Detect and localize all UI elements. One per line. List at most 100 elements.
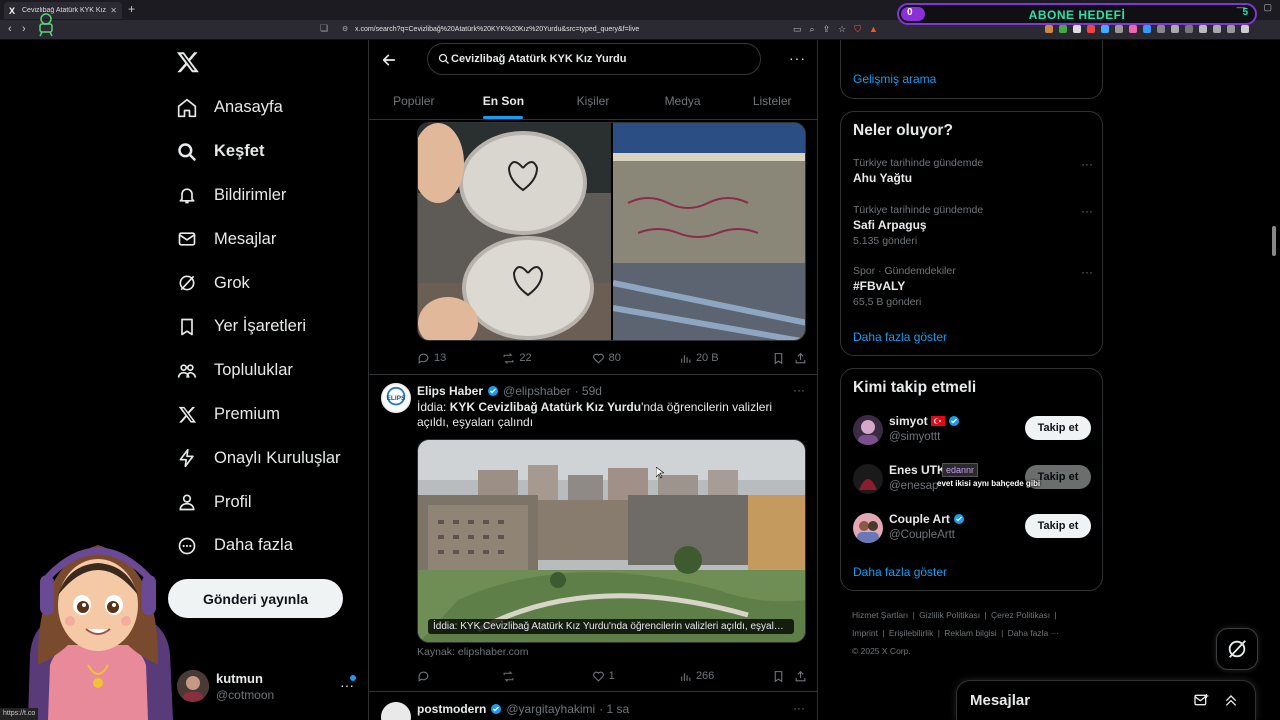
sidebar-item-notifications[interactable]: Bildirimler (166, 174, 341, 218)
extension-icon[interactable] (1143, 25, 1151, 33)
avatar[interactable]: ELIPS (381, 383, 411, 413)
tweet-time[interactable]: · 59d (575, 384, 602, 398)
trend-item[interactable]: Türkiye tarihinde gündemde Safi Arpaguş … (853, 204, 1093, 247)
extension-icon[interactable] (1199, 25, 1207, 33)
footer-link-cookies[interactable]: Çerez Politikası (991, 610, 1050, 620)
extension-icon[interactable] (1087, 25, 1095, 33)
messages-drawer[interactable]: Mesajlar (956, 680, 1256, 720)
tab-latest[interactable]: En Son (459, 84, 549, 119)
sidebar-item-more[interactable]: Daha fazla (166, 524, 341, 568)
reader-icon[interactable]: ▭ (793, 24, 802, 35)
trend-item[interactable]: Türkiye tarihinde gündemde Ahu Yağtu ··· (853, 157, 1093, 185)
page-scrollbar[interactable] (1272, 226, 1276, 256)
sidebar-item-communities[interactable]: Topluluklar (166, 349, 341, 393)
sidebar-item-messages[interactable]: Mesajlar (166, 217, 341, 261)
bookmark-button[interactable] (772, 349, 794, 367)
trend-item[interactable]: Spor · Gündemdekiler #FBvALY 65,5 B gönd… (853, 265, 1093, 308)
sidebar-item-bookmarks[interactable]: Yer İşaretleri (166, 305, 341, 349)
reply-button[interactable]: 13 (417, 349, 502, 367)
share-button[interactable] (794, 349, 807, 367)
extension-icon[interactable] (1185, 25, 1193, 33)
more-icon[interactable]: ··· (1081, 265, 1093, 279)
sidebar-item-home[interactable]: Anasayfa (166, 86, 341, 130)
avatar[interactable] (381, 702, 411, 720)
footer-link-more[interactable]: Daha fazla ··· (1008, 628, 1060, 638)
footer-link-terms[interactable]: Hizmet Şartları (852, 610, 908, 620)
views-button[interactable]: 266 (679, 667, 772, 685)
browser-tab[interactable]: X Cevizlibağ Atatürk KYK Kız Yurdu ✕ (4, 2, 122, 19)
footer-link-imprint[interactable]: Imprint (852, 628, 878, 638)
site-info-icon[interactable]: ⚙ (342, 25, 348, 33)
more-icon[interactable]: ··· (793, 701, 805, 715)
tab-popular[interactable]: Popüler (369, 84, 459, 119)
follow-suggestion[interactable]: simyot @simyottt Takip et (853, 414, 1093, 449)
tweet-media[interactable] (417, 122, 806, 341)
show-more-follow-link[interactable]: Daha fazla göster (853, 565, 947, 579)
extension-icon[interactable] (1101, 25, 1109, 33)
link-card[interactable]: İddia: KYK Cevizlibağ Atatürk Kız Yurdu'… (417, 439, 806, 643)
sidebar-item-grok[interactable]: Grok (166, 261, 341, 305)
new-message-icon[interactable] (1193, 692, 1209, 708)
sidebar-item-profile[interactable]: Profil (166, 480, 341, 524)
tab-media[interactable]: Medya (638, 84, 728, 119)
bookmark-page-icon[interactable]: ❏ (320, 23, 328, 34)
zoom-icon[interactable]: ⌕ (810, 24, 815, 35)
footer-link-accessibility[interactable]: Erişilebilirlik (889, 628, 933, 638)
extension-icon[interactable] (1129, 25, 1137, 33)
account-switcher[interactable]: kutmun @cotmoon ··· (175, 665, 360, 705)
share-icon[interactable]: ⇪ (823, 24, 831, 35)
follow-suggestion[interactable]: Couple Art @CoupleArtt Takip et (853, 512, 1093, 547)
more-icon[interactable]: ··· (789, 50, 806, 66)
extension-icon[interactable] (1115, 25, 1123, 33)
rewards-icon[interactable]: ▲ (869, 24, 878, 35)
close-icon[interactable]: ✕ (110, 6, 117, 15)
chevron-up-icon[interactable] (1223, 692, 1239, 708)
extension-icon[interactable] (1227, 25, 1235, 33)
grok-button[interactable] (1216, 628, 1258, 670)
sidebar-item-premium[interactable]: Premium (166, 393, 341, 437)
extension-icon[interactable] (1171, 25, 1179, 33)
tab-lists[interactable]: Listeler (727, 84, 817, 119)
menu-icon[interactable] (1241, 25, 1249, 33)
author-handle[interactable]: @yargitayhakimi (506, 702, 595, 716)
reply-button[interactable] (417, 667, 502, 685)
star-icon[interactable]: ☆ (838, 24, 846, 35)
search-input[interactable]: Cevizlibağ Atatürk KYK Kız Yurdu (427, 43, 761, 75)
tweet-text-highlight[interactable]: KYK Cevizlibağ Atatürk Kız Yurdu (450, 400, 641, 414)
bookmark-button[interactable] (772, 667, 794, 685)
extension-icon[interactable] (1059, 25, 1067, 33)
more-icon[interactable]: ··· (1081, 204, 1093, 218)
url-field[interactable]: x.com/search?q=Cevizlibağ%20Atatürk%20KY… (355, 26, 639, 33)
like-button[interactable]: 1 (592, 667, 679, 685)
back-arrow-icon[interactable] (381, 52, 397, 68)
footer-link-privacy[interactable]: Gizlilik Politikası (919, 610, 980, 620)
sidebar-item-explore[interactable]: Keşfet (166, 130, 341, 174)
brave-shield-icon[interactable]: ⛉ (854, 24, 861, 35)
more-icon[interactable]: ··· (793, 383, 805, 397)
post-button[interactable]: Gönderi yayınla (168, 579, 343, 618)
follow-button[interactable]: Takip et (1025, 416, 1091, 440)
author-name[interactable]: postmodern (417, 702, 486, 716)
repost-button[interactable]: 22 (502, 349, 591, 367)
views-button[interactable]: 20 B (679, 349, 772, 367)
extension-icon[interactable] (1157, 25, 1165, 33)
advanced-search-link[interactable]: Gelişmiş arama (853, 72, 936, 86)
author-name[interactable]: Elips Haber (417, 384, 483, 398)
forward-nav-icon[interactable]: › (22, 23, 26, 35)
like-button[interactable]: 80 (592, 349, 679, 367)
share-button[interactable] (794, 667, 807, 685)
extension-icon[interactable] (1213, 25, 1221, 33)
tweet-time[interactable]: · 1 sa (599, 702, 629, 716)
footer-link-ads[interactable]: Reklam bilgisi (944, 628, 996, 638)
show-more-trends-link[interactable]: Daha fazla göster (853, 330, 947, 344)
extension-icon[interactable] (1073, 25, 1081, 33)
new-tab-icon[interactable]: + (128, 2, 135, 16)
follow-button[interactable]: Takip et (1025, 514, 1091, 538)
sidebar-item-verified-orgs[interactable]: Onaylı Kuruluşlar (166, 436, 341, 480)
extension-icon[interactable] (1045, 25, 1053, 33)
minimize-icon[interactable]: — (1236, 2, 1245, 13)
repost-button[interactable] (502, 667, 591, 685)
back-nav-icon[interactable]: ‹ (8, 23, 12, 35)
x-logo-icon[interactable] (176, 50, 200, 74)
maximize-icon[interactable]: ▢ (1263, 2, 1272, 13)
